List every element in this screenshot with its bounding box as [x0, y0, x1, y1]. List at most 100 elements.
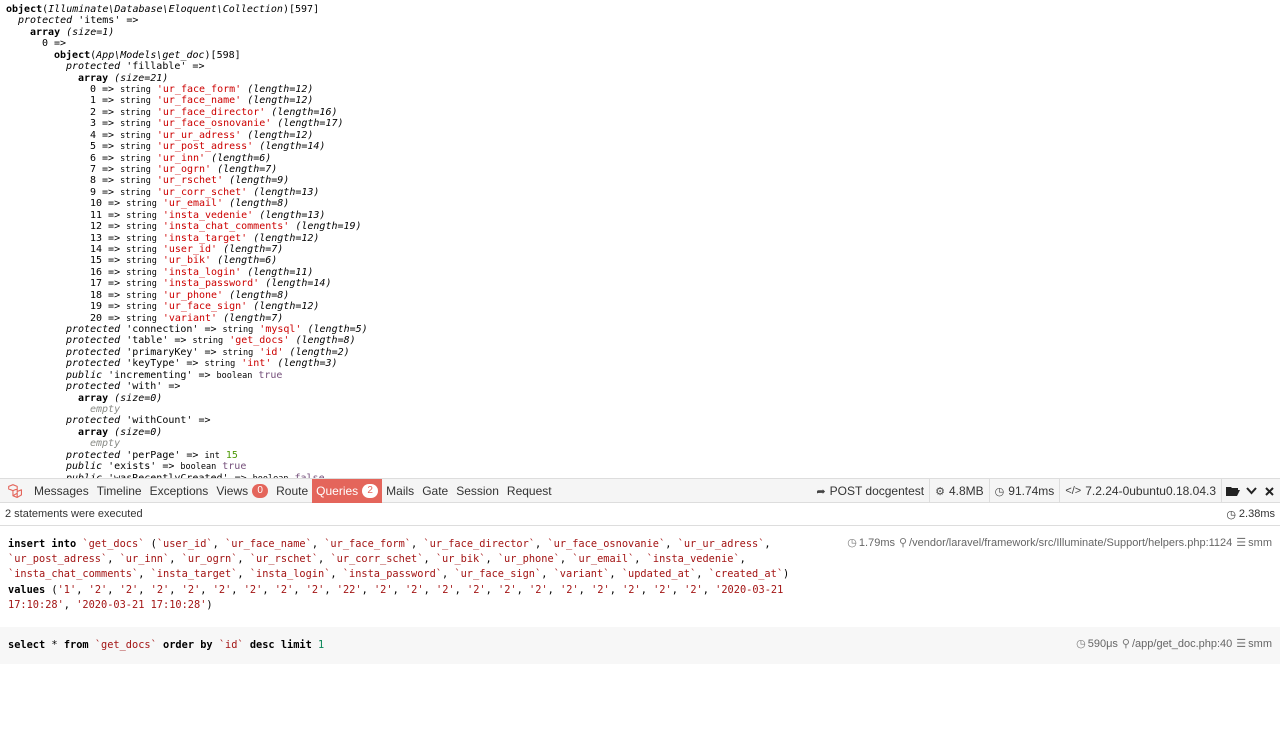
sql-token: `ur_phone`: [497, 553, 560, 566]
sql-token: '2': [88, 583, 108, 596]
dump-token: (length=7): [223, 312, 284, 324]
dump-token: string: [126, 210, 157, 221]
sql-token: `variant`: [553, 568, 610, 581]
dump-token: string: [120, 165, 151, 176]
sql-token: `ur_face_name`: [225, 538, 312, 550]
tab-badge: 2: [362, 484, 379, 498]
sql-token: ,: [739, 553, 746, 566]
sql-token: ,: [547, 583, 561, 596]
dump-token: array: [78, 392, 109, 404]
memory-info[interactable]: ⚙ 4.8MB: [929, 479, 989, 503]
dump-token: string: [120, 142, 151, 153]
dump-token: 'ur_email': [162, 198, 224, 210]
dump-token: array: [30, 26, 61, 38]
folder-open-icon[interactable]: [1224, 479, 1242, 503]
sql-token: ,: [138, 568, 151, 581]
statements-count: 2 statements were executed: [5, 508, 143, 520]
php-version-info: </> 7.2.24-0ubuntu0.18.04.3: [1059, 479, 1221, 503]
connection-label: smm: [1248, 638, 1272, 650]
sql-token: '2': [560, 583, 579, 596]
dump-token: string: [126, 313, 157, 324]
sql-token: ,: [76, 583, 89, 596]
tab-gate[interactable]: Gate: [418, 479, 452, 503]
dump-token: 'mysql': [259, 324, 302, 336]
dump-token: (length=12): [247, 129, 314, 141]
sql-token: ,: [609, 568, 622, 581]
sql-token: '2': [150, 583, 170, 596]
close-icon[interactable]: [1260, 479, 1278, 503]
dump-token: protected: [66, 415, 121, 427]
dump-token: (length=7): [217, 164, 278, 176]
sql-token: ,: [541, 568, 554, 581]
laravel-logo-icon[interactable]: [0, 479, 30, 503]
dump-token: 0 =>: [90, 84, 121, 95]
sql-token: ): [783, 568, 790, 581]
sql-statement[interactable]: insert into `get_docs` (`user_id`, `ur_f…: [0, 526, 1280, 626]
dump-token: (length=13): [259, 209, 326, 221]
sql-token: ,: [702, 583, 716, 596]
dump-token: string: [120, 187, 151, 198]
dump-token: 5 =>: [90, 141, 121, 153]
tab-mails[interactable]: Mails: [382, 479, 418, 503]
dump-token: protected: [66, 61, 121, 73]
dump-token: string: [126, 256, 157, 267]
tab-queries[interactable]: Queries 2: [312, 479, 383, 503]
tab-route[interactable]: Route: [272, 479, 312, 503]
dump-token: (length=19): [295, 221, 362, 233]
tab-session[interactable]: Session: [452, 479, 503, 503]
tab-views[interactable]: Views 0: [212, 479, 272, 503]
sql-token: '2': [243, 583, 263, 596]
time-info[interactable]: ◷ 91.74ms: [988, 479, 1060, 503]
dump-token: string: [126, 290, 157, 301]
tab-label: Timeline: [96, 484, 142, 498]
sql-token: '2020-03-21 17:10:28': [76, 598, 207, 611]
request-info[interactable]: ➦ POST docgentest: [811, 479, 929, 503]
dump-token: array: [78, 426, 109, 438]
tab-messages[interactable]: Messages: [30, 479, 93, 503]
statement-list: insert into `get_docs` (`user_id`, `ur_f…: [0, 526, 1280, 664]
thumbtack-icon: ⚲: [898, 537, 908, 549]
dump-line: object(Illuminate\Database\Eloquent\Coll…: [6, 4, 319, 15]
dump-line: protected 'items' =>: [18, 15, 138, 26]
dump-token: object: [54, 49, 91, 61]
dump-token: 'table' =>: [120, 335, 193, 347]
tab-timeline[interactable]: Timeline: [93, 479, 146, 503]
sql-token: `ur_rschet`: [249, 553, 319, 566]
sql-statement[interactable]: select * from `get_docs` order by `id` d…: [0, 627, 1280, 664]
dump-token: 'ur_bik': [162, 255, 212, 267]
dump-token: (size=0): [114, 426, 163, 438]
sql-token: (: [144, 538, 157, 550]
dump-token: string: [222, 325, 254, 336]
sql-token: `ur_face_form`: [324, 538, 412, 550]
dump-token: 16 =>: [90, 266, 127, 278]
dump-token: 'incrementing' =>: [102, 369, 217, 381]
tab-exceptions[interactable]: Exceptions: [146, 479, 213, 503]
chevron-down-icon[interactable]: [1242, 479, 1260, 503]
dump-line: array (size=21): [78, 73, 168, 84]
dump-token: 'items' =>: [72, 15, 139, 27]
dump-token: 'user_id': [162, 244, 218, 256]
dump-token: (length=12): [253, 301, 320, 313]
sql-token: '2': [622, 583, 641, 596]
tab-label: Route: [276, 484, 309, 498]
dump-token: 'get_docs': [229, 335, 290, 347]
dump-token: 4 =>: [90, 129, 121, 141]
dump-token: (length=5): [307, 324, 368, 336]
dump-token: int: [204, 450, 220, 461]
dump-token: 20 =>: [90, 312, 127, 324]
dump-token: (length=8): [229, 289, 290, 301]
dump-line: empty: [90, 404, 120, 415]
sql-token: ,: [609, 583, 623, 596]
sql-token: '2': [467, 583, 486, 596]
sql-token: ,: [423, 583, 436, 596]
sql-token: `ur_face_sign`: [454, 568, 542, 581]
dump-token: public: [66, 461, 103, 473]
tab-request[interactable]: Request: [503, 479, 556, 503]
dump-token: string: [126, 222, 157, 233]
connection-label: smm: [1248, 537, 1272, 549]
dump-token: (length=9): [229, 175, 290, 187]
queries-summary: 2 statements were executed ◷ 2.38ms: [0, 503, 1280, 526]
code-icon: </>: [1065, 485, 1082, 497]
sql-token: `ur_inn`: [119, 553, 170, 566]
dump-token: object: [6, 4, 43, 15]
